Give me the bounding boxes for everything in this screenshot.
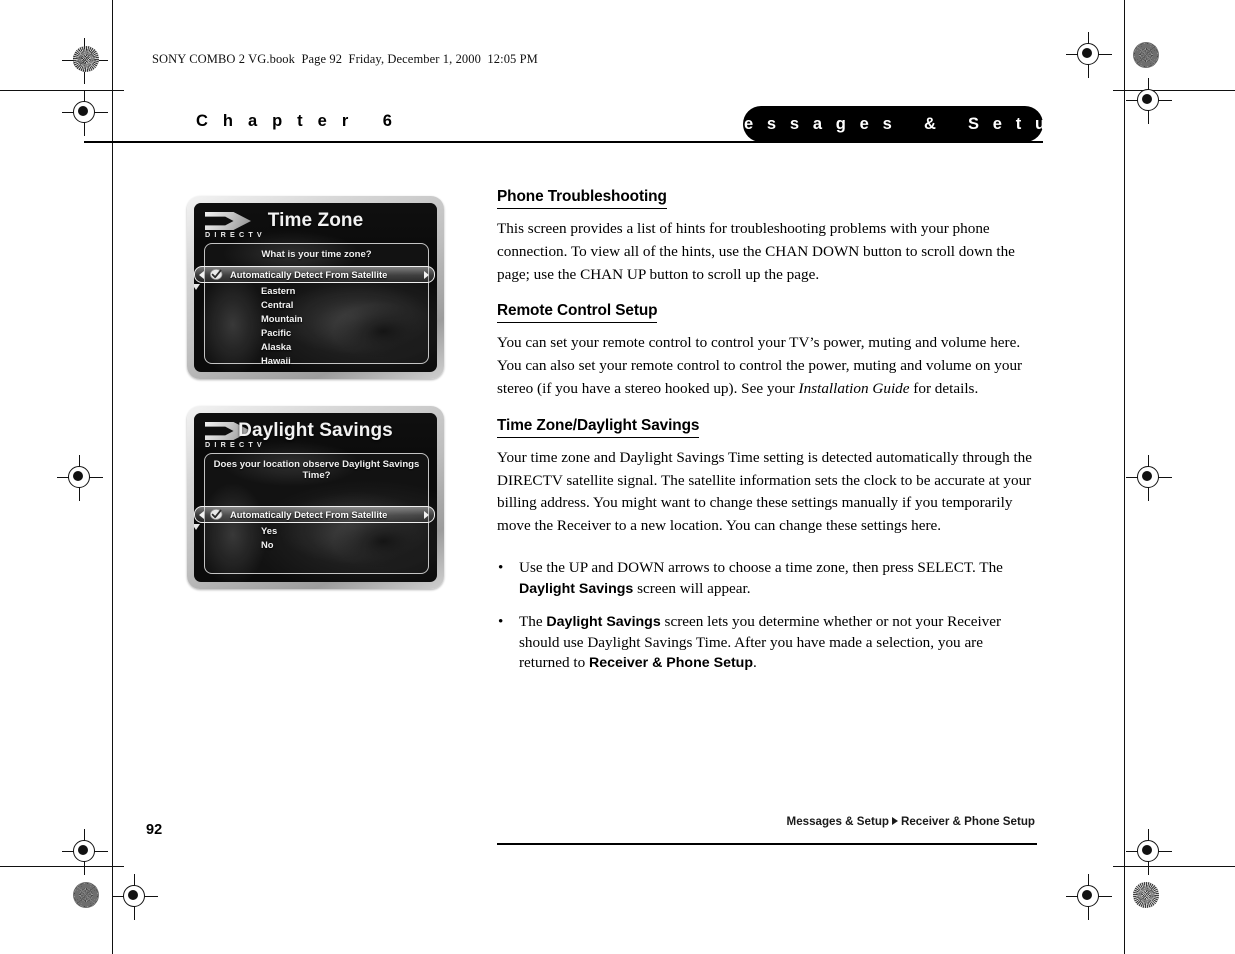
tv-screen-title: Time Zone [267, 210, 364, 231]
bullet-bold-term: Daylight Savings [519, 580, 634, 597]
bullet-list: • Use the UP and DOWN arrows to choose a … [497, 558, 1037, 674]
chapter-header: C h a p t e r 6 M e s s a g e s & S e t … [84, 106, 1069, 143]
section-pill-label: M e s s a g e s & S e t u p [716, 114, 1074, 133]
trim-line-bottom-left [0, 866, 124, 868]
tv-menu-option[interactable]: No [261, 539, 274, 550]
registration-mark-top-right-inner [1126, 78, 1172, 124]
tv-menu-panel: Does your location observe Daylight Savi… [194, 453, 435, 574]
bullet-text-part-2: screen will appear. [633, 579, 751, 597]
halftone-patch-bottom-right [1133, 882, 1159, 908]
check-badge-icon [210, 509, 223, 520]
bullet-text-part-3: . [753, 654, 757, 672]
trim-line-top-left [0, 90, 124, 92]
tv-menu-selected-row[interactable]: Automatically Detect From Satellite [194, 266, 435, 283]
tv-screen-daylight-savings: D I R E C T V Daylight Savings Does your… [194, 413, 437, 582]
figure-time-zone-screen: D I R E C T V Time Zone What is your tim… [187, 196, 444, 379]
breadcrumb: Messages & Setup Receiver & Phone Setup [787, 815, 1035, 828]
halftone-patch-top-right [1133, 42, 1159, 68]
section-heading: Time Zone/Daylight Savings [497, 417, 699, 438]
trim-line-top-right [1113, 90, 1235, 92]
section-phone-troubleshooting: Phone Troubleshooting This screen provid… [497, 188, 1037, 286]
tv-menu-option[interactable]: Central [261, 299, 293, 310]
book-file-info: SONY COMBO 2 VG.book Page 92 Friday, Dec… [152, 52, 538, 66]
tv-menu-option[interactable]: Hawaii [261, 355, 291, 366]
registration-mark-bottom-left-outer [112, 874, 158, 920]
halftone-patch-bottom-left [73, 882, 99, 908]
section-paragraph: This screen provides a list of hints for… [497, 220, 1015, 283]
section-heading: Remote Control Setup [497, 302, 658, 324]
tv-menu-selected-row[interactable]: Automatically Detect From Satellite [194, 506, 435, 523]
tv-menu-question: Does your location observe Daylight Savi… [213, 459, 420, 481]
halftone-patch-top-left [73, 46, 99, 72]
main-content-column: Phone Troubleshooting This screen provid… [497, 188, 1037, 687]
registration-mark-top-right-outer [1066, 32, 1112, 78]
figure-daylight-savings-screen: D I R E C T V Daylight Savings Does your… [187, 406, 444, 589]
tv-menu-option[interactable]: Pacific [261, 327, 291, 338]
registration-mark-bottom-left-inner [62, 829, 108, 875]
list-item: • Use the UP and DOWN arrows to choose a … [497, 558, 1037, 599]
tv-menu-option[interactable]: Mountain [261, 313, 303, 324]
section-pill: M e s s a g e s & S e t u p [716, 106, 1069, 142]
scroll-down-arrow-icon[interactable] [194, 284, 200, 290]
right-arrow-icon[interactable] [424, 510, 429, 519]
bullet-marker: • [498, 613, 504, 631]
trim-line-bottom-right [1113, 866, 1235, 868]
chapter-header-rule [84, 141, 1043, 143]
trim-line-right [1124, 0, 1126, 954]
section-paragraph: You can set your remote control to contr… [497, 332, 1037, 400]
section-heading: Phone Troubleshooting [497, 188, 667, 209]
installation-guide-reference: Installation Guide [798, 379, 910, 397]
registration-mark-bottom-right-inner [1126, 829, 1172, 875]
tv-menu-selected-label: Automatically Detect From Satellite [230, 509, 388, 520]
left-arrow-icon[interactable] [199, 270, 204, 279]
tv-menu-question: What is your time zone? [261, 249, 372, 260]
tv-menu-panel: What is your time zone? Automatically De… [194, 243, 435, 366]
section-paragraph: Your time zone and Daylight Savings Time… [497, 448, 1033, 535]
breadcrumb-chevron-icon [891, 817, 898, 825]
check-badge-icon [210, 269, 223, 280]
section-remote-control-setup: Remote Control Setup You can set your re… [497, 302, 1037, 400]
registration-mark-right-middle [1126, 455, 1172, 501]
paragraph-text-part-2: for details. [909, 379, 979, 397]
page-number: 92 [146, 822, 163, 838]
bullet-marker: • [498, 558, 504, 576]
tv-menu-option[interactable]: Yes [261, 525, 277, 536]
registration-mark-bottom-right-outer [1066, 874, 1112, 920]
breadcrumb-parent: Messages & Setup [786, 815, 889, 828]
list-item: • The Daylight Savings screen lets you de… [497, 612, 1037, 674]
bullet-text-part-1: Use the UP and DOWN arrows to choose a t… [519, 558, 1003, 576]
tv-menu-selected-label: Automatically Detect From Satellite [230, 269, 388, 280]
tv-menu-option[interactable]: Alaska [261, 341, 291, 352]
scroll-down-arrow-icon[interactable] [194, 524, 200, 530]
footer-rule [497, 843, 1037, 845]
bullet-text-part-1: The [519, 613, 547, 631]
registration-mark-left-middle [57, 455, 103, 501]
right-arrow-icon[interactable] [424, 270, 429, 279]
tv-menu-option[interactable]: Eastern [261, 285, 295, 296]
chapter-label: C h a p t e r 6 [196, 112, 398, 130]
bullet-bold-term: Receiver & Phone Setup [589, 655, 754, 672]
bullet-bold-term: Daylight Savings [546, 614, 661, 631]
section-time-zone-daylight-savings: Time Zone/Daylight Savings Your time zon… [497, 417, 1037, 538]
breadcrumb-current: Receiver & Phone Setup [900, 815, 1035, 828]
left-arrow-icon[interactable] [199, 510, 204, 519]
tv-screen-time-zone: D I R E C T V Time Zone What is your tim… [194, 203, 437, 372]
tv-screen-title: Daylight Savings [238, 420, 393, 441]
trim-line-left [112, 0, 114, 954]
